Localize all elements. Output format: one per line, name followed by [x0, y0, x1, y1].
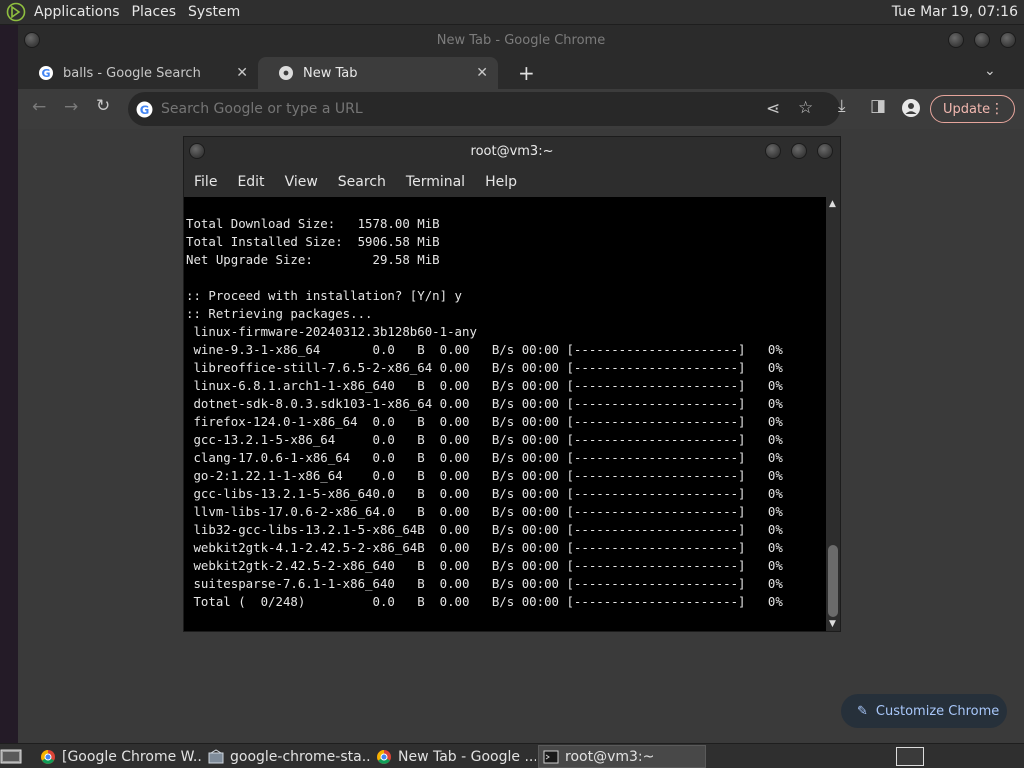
tab-new-tab[interactable]: New Tab ✕: [258, 57, 498, 89]
taskbar-item-terminal[interactable]: root@vm3:~: [538, 745, 706, 768]
tab-close-icon[interactable]: ✕: [476, 65, 488, 81]
desktop-background: [0, 25, 18, 743]
package-installer-icon: [208, 748, 224, 763]
chrome-icon: [41, 749, 55, 764]
system-menu[interactable]: System: [188, 4, 250, 20]
applications-menu[interactable]: Applications: [34, 4, 130, 20]
terminal-screen[interactable]: Total Download Size: 1578.00 MiB Total I…: [184, 197, 826, 631]
tab-close-icon[interactable]: ✕: [236, 65, 248, 81]
taskbar-item-chrome-warning[interactable]: [Google Chrome W...: [36, 745, 202, 768]
google-g-icon: G: [136, 101, 153, 117]
download-icon[interactable]: ⤓: [838, 96, 846, 116]
profile-avatar-icon[interactable]: [902, 99, 920, 117]
google-favicon-icon: G: [39, 66, 53, 80]
update-button[interactable]: Update ⋮: [930, 95, 1015, 123]
back-arrow-icon[interactable]: ←: [32, 97, 46, 117]
tab-strip: G balls - Google Search ✕ New Tab ✕ + ⌄: [18, 57, 1024, 89]
tab-label: New Tab: [303, 65, 358, 81]
workspace-switcher[interactable]: [896, 747, 924, 766]
reload-icon[interactable]: ↻: [96, 96, 110, 116]
taskbar-item-label: google-chrome-sta...: [230, 748, 370, 765]
tab-label: balls - Google Search: [63, 65, 201, 81]
pencil-icon: ✎: [857, 703, 868, 719]
terminal-close-button[interactable]: [817, 143, 833, 159]
terminal-menu-view[interactable]: View: [285, 174, 318, 190]
omnibox-input[interactable]: [161, 101, 761, 117]
svg-text:G: G: [41, 67, 50, 80]
taskbar-item-label: root@vm3:~: [565, 748, 655, 765]
side-panel-icon[interactable]: ◨: [870, 96, 886, 116]
terminal-menu-terminal[interactable]: Terminal: [406, 174, 465, 190]
update-label: Update: [943, 101, 991, 117]
terminal-menu-help[interactable]: Help: [485, 174, 517, 190]
share-icon[interactable]: ⋖: [766, 99, 780, 119]
terminal-maximize-button[interactable]: [791, 143, 807, 159]
window-menu-button[interactable]: [24, 32, 40, 48]
show-desktop-icon[interactable]: [0, 747, 22, 765]
terminal-menubar: File Edit View Search Terminal Help: [184, 167, 840, 197]
omnibox[interactable]: G ⋖ ☆: [128, 92, 840, 126]
bottom-taskbar: [Google Chrome W... google-chrome-sta...…: [0, 743, 1024, 768]
terminal-menu-edit[interactable]: Edit: [237, 174, 264, 190]
terminal-menu-file[interactable]: File: [194, 174, 217, 190]
taskbar-item-label: New Tab - Google ...: [398, 748, 536, 765]
chrome-toolbar: ← → ↻ G ⋖ ☆ ⤓ ◨ Update ⋮: [18, 89, 1024, 129]
terminal-window-menu-button[interactable]: [189, 143, 205, 159]
customize-chrome-button[interactable]: ✎ Customize Chrome: [841, 694, 1007, 728]
tab-balls-google-search[interactable]: G balls - Google Search ✕: [18, 57, 258, 89]
more-menu-icon[interactable]: ⋮: [990, 101, 1004, 117]
customize-chrome-label: Customize Chrome: [875, 703, 1000, 719]
chrome-window-title: New Tab - Google Chrome: [18, 25, 1024, 57]
maximize-button[interactable]: [974, 32, 990, 48]
chrome-icon: [377, 749, 391, 764]
terminal-icon: [543, 750, 559, 763]
distro-logo-icon[interactable]: [6, 2, 26, 22]
chrome-favicon-icon: [279, 66, 293, 80]
new-tab-button[interactable]: +: [518, 61, 535, 85]
svg-text:G: G: [140, 102, 150, 116]
terminal-menu-search[interactable]: Search: [338, 174, 386, 190]
terminal-title: root@vm3:~: [184, 137, 840, 167]
taskbar-item-chrome-installer[interactable]: google-chrome-sta...: [204, 745, 370, 768]
minimize-button[interactable]: [948, 32, 964, 48]
bookmark-star-icon[interactable]: ☆: [798, 98, 813, 118]
terminal-minimize-button[interactable]: [765, 143, 781, 159]
scrollbar-thumb[interactable]: [828, 545, 838, 617]
top-panel: Applications Places System Tue Mar 19, 0…: [0, 0, 1024, 25]
terminal-scrollbar[interactable]: ▲ ▼: [826, 197, 840, 631]
scroll-down-arrow-icon[interactable]: ▼: [829, 619, 836, 629]
terminal-window: root@vm3:~ File Edit View Search Termina…: [183, 136, 841, 632]
taskbar-item-label: [Google Chrome W...: [62, 748, 202, 765]
taskbar-item-new-tab-chrome[interactable]: New Tab - Google ...: [372, 745, 536, 768]
terminal-output: Total Download Size: 1578.00 MiB Total I…: [186, 216, 783, 609]
tab-search-chevron-icon[interactable]: ⌄: [984, 63, 996, 79]
close-window-button[interactable]: [1000, 32, 1016, 48]
scroll-up-arrow-icon[interactable]: ▲: [829, 199, 836, 209]
forward-arrow-icon[interactable]: →: [64, 97, 78, 117]
places-menu[interactable]: Places: [132, 4, 187, 20]
panel-clock[interactable]: Tue Mar 19, 07:16: [892, 4, 1018, 20]
